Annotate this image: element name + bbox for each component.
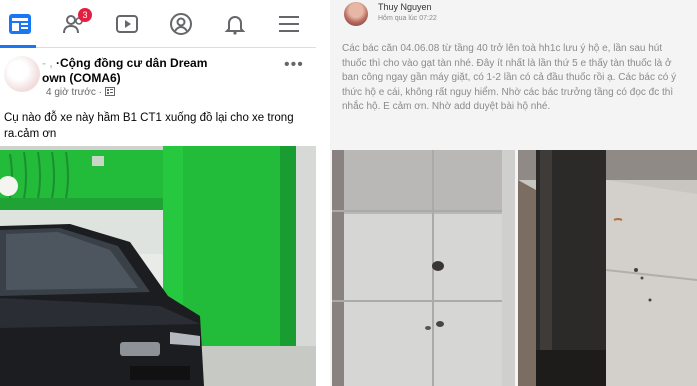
post-photo-parked-car[interactable] (0, 146, 316, 386)
post-timestamp[interactable]: Hôm qua lúc 07:22 (378, 15, 437, 22)
post-header-line1: - , ·Cộng đồng cư dân Dream (42, 56, 207, 70)
author-name[interactable]: Thuy Nguyen (378, 2, 432, 12)
author-avatar[interactable] (4, 56, 40, 92)
group-name[interactable]: ·Cộng đồng cư dân Dream (56, 56, 207, 70)
more-options-icon[interactable]: ••• (284, 56, 304, 74)
right-screenshot-facebook-post: Thuy Nguyen Hôm qua lúc 07:22 Các bác că… (330, 0, 697, 386)
post-time-text: 4 giờ trước · (46, 87, 102, 98)
friends-badge: 3 (78, 8, 92, 22)
top-navigation-bar: 3 (0, 0, 316, 48)
profile-icon[interactable] (167, 10, 195, 38)
left-screenshot-facebook-post: 3 - , ·Cộng đồng cư dân Dream own (COMA6… (0, 0, 316, 386)
author-name-fragment[interactable]: - , (42, 56, 53, 70)
post-photo-balcony-corner[interactable] (518, 150, 697, 386)
group-name-line2[interactable]: own (COMA6) (42, 71, 121, 85)
notifications-icon[interactable] (221, 10, 249, 38)
group-privacy-icon (104, 87, 115, 96)
friends-icon[interactable]: 3 (60, 8, 92, 38)
menu-icon[interactable] (275, 10, 303, 38)
home-icon[interactable] (6, 10, 34, 38)
active-tab-indicator (0, 45, 36, 48)
post-text: Cụ nào đỗ xe này hầm B1 CT1 xuống đồ lại… (4, 112, 294, 140)
post-photo-tiles-ash[interactable] (332, 150, 515, 386)
watch-icon[interactable] (113, 10, 141, 38)
post-text: Các bác căn 04.06.08 từ tầng 40 trở lên … (342, 43, 677, 112)
post-timestamp[interactable]: 4 giờ trước · (46, 87, 115, 98)
author-avatar[interactable] (344, 2, 368, 26)
